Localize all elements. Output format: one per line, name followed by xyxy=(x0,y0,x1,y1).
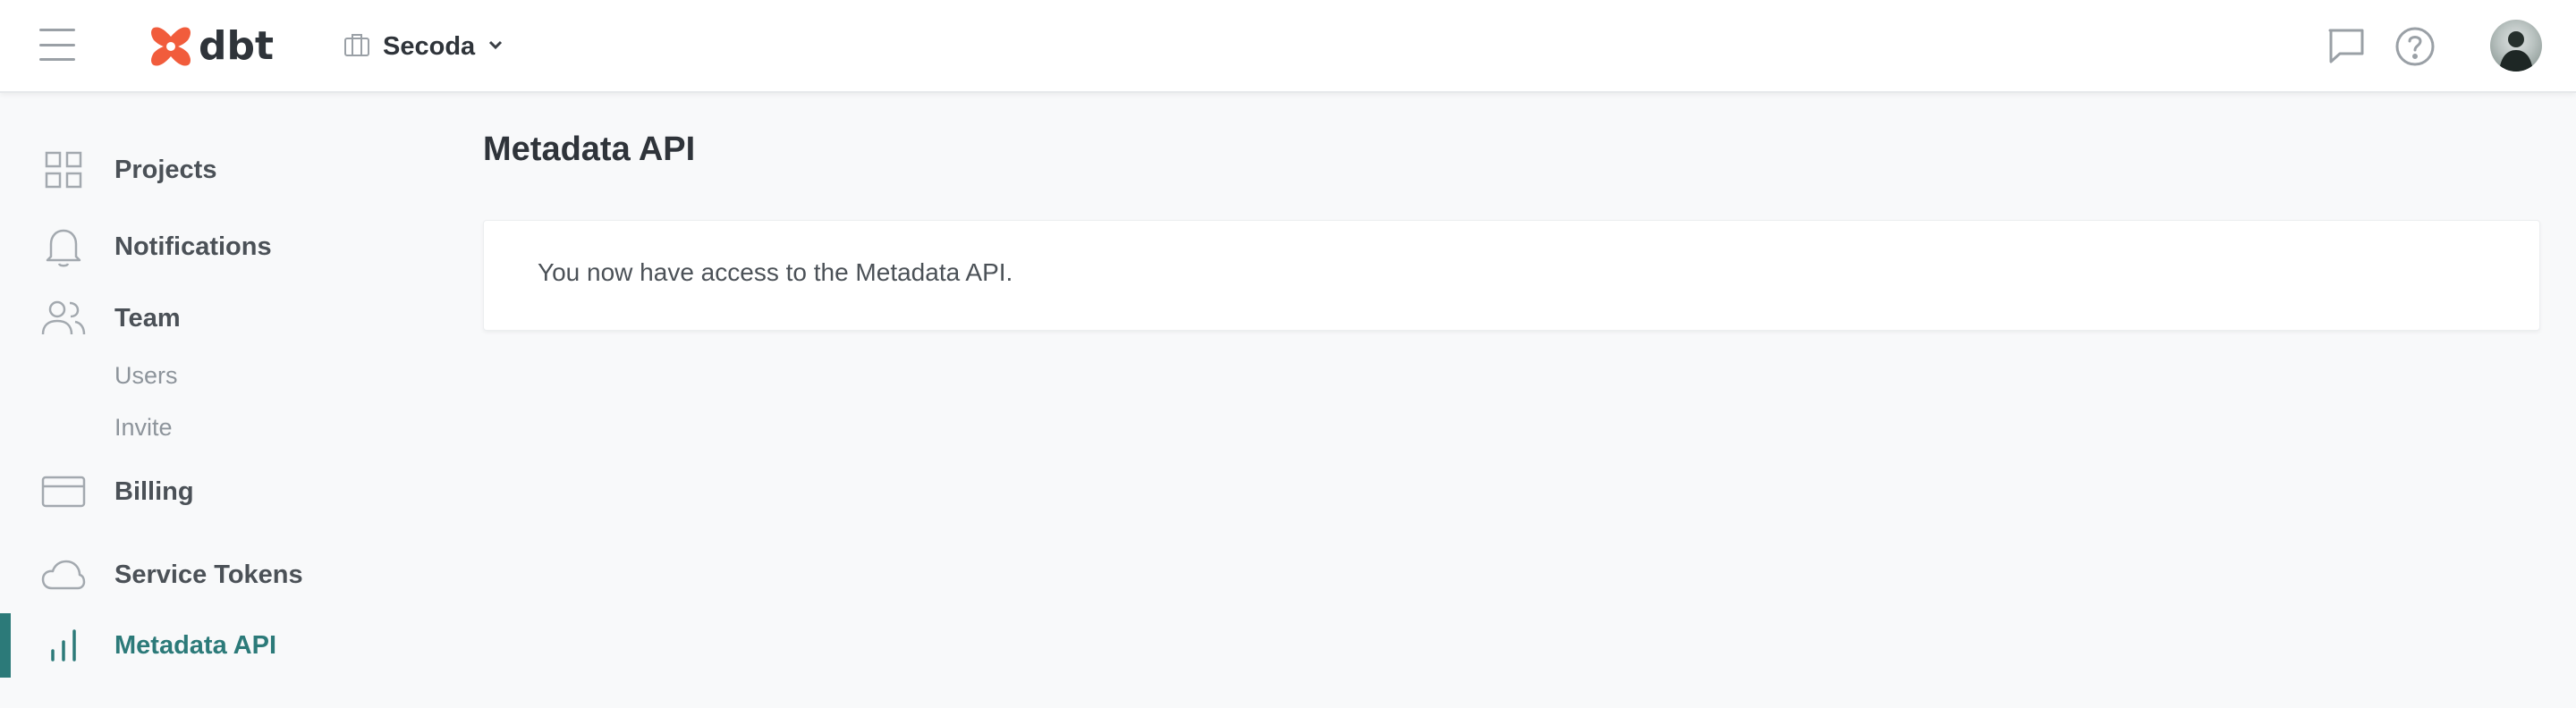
sidebar-item-label: Team xyxy=(114,303,181,333)
sidebar-item-label: Projects xyxy=(114,155,217,184)
account-switcher[interactable]: Secoda xyxy=(343,27,504,66)
sidebar-subitem-invite[interactable]: Invite xyxy=(114,409,173,445)
bell-icon xyxy=(41,224,86,269)
logo-text: dbt xyxy=(199,23,275,69)
credit-card-icon xyxy=(41,469,86,514)
chevron-down-icon xyxy=(487,38,504,55)
sidebar-item-service-tokens[interactable]: Service Tokens xyxy=(0,546,447,603)
sidebar-item-projects[interactable]: Projects xyxy=(0,141,447,198)
grid-icon xyxy=(41,148,86,192)
card-message: You now have access to the Metadata API. xyxy=(538,258,1013,286)
page-title: Metadata API xyxy=(483,131,696,168)
sidebar-item-label: Billing xyxy=(114,476,194,506)
message-card: You now have access to the Metadata API. xyxy=(483,220,2540,331)
sidebar-item-label: Notifications xyxy=(114,232,272,261)
dbt-logo[interactable]: dbt xyxy=(148,21,274,72)
sidebar-navigation: Projects Notifications Team Users Invite xyxy=(0,95,447,708)
dbt-logo-icon xyxy=(148,24,193,69)
bar-chart-icon xyxy=(41,623,86,668)
user-avatar[interactable] xyxy=(2490,20,2542,72)
account-name: Secoda xyxy=(383,31,476,61)
users-icon xyxy=(41,296,86,341)
cloud-icon xyxy=(41,552,86,597)
sidebar-item-team[interactable]: Team xyxy=(0,290,447,347)
sidebar-item-label: Metadata API xyxy=(114,630,277,660)
help-circle-icon[interactable] xyxy=(2394,25,2436,72)
sidebar-item-metadata-api[interactable]: Metadata API xyxy=(0,617,447,674)
chat-bubble-icon[interactable] xyxy=(2326,25,2367,71)
sidebar-subitem-users[interactable]: Users xyxy=(114,358,178,393)
sidebar-item-label: Service Tokens xyxy=(114,560,303,589)
top-navigation-bar: dbt Secoda xyxy=(0,0,2576,93)
briefcase-icon xyxy=(343,32,370,62)
sidebar-item-billing[interactable]: Billing xyxy=(0,463,447,520)
hamburger-menu-icon[interactable] xyxy=(39,29,75,61)
sidebar-item-notifications[interactable]: Notifications xyxy=(0,218,447,275)
